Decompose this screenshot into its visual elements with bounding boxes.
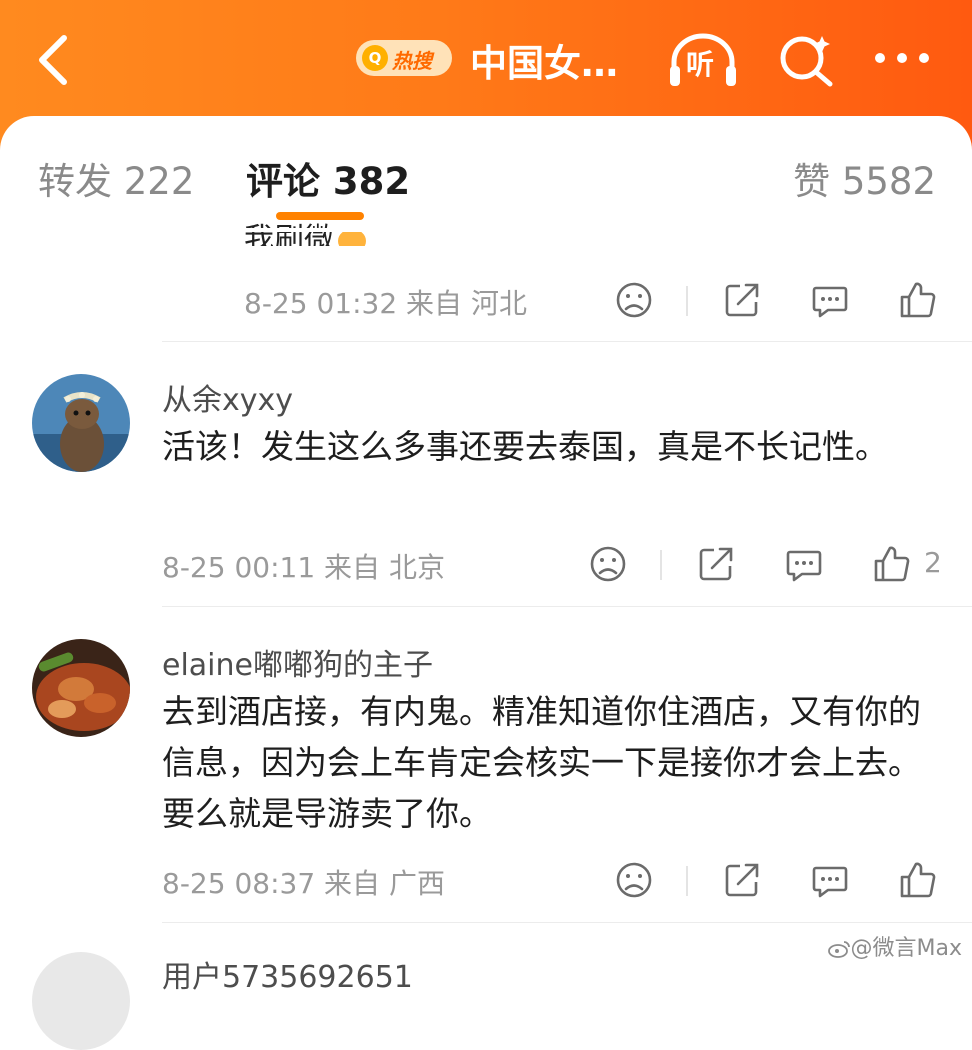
comment-divider bbox=[162, 922, 972, 923]
dislike-face-icon[interactable] bbox=[614, 860, 654, 900]
avatar[interactable] bbox=[32, 374, 130, 472]
comment-actions bbox=[614, 860, 944, 904]
chevron-left-icon bbox=[39, 35, 67, 85]
like-thumb-icon[interactable] bbox=[872, 544, 912, 584]
search-button[interactable] bbox=[776, 30, 836, 90]
comment-actions: 2 bbox=[588, 544, 944, 588]
comment-actions bbox=[614, 280, 944, 324]
action-separator bbox=[686, 866, 688, 896]
hot-search-badge[interactable]: Q 热搜 bbox=[356, 40, 452, 76]
weibo-logo-icon bbox=[827, 941, 850, 958]
comments-sheet: 转发 222 评论 382 赞 5582 bbox=[0, 116, 972, 967]
tab-bar: 转发 222 评论 382 赞 5582 bbox=[0, 116, 972, 226]
search-icon: Q bbox=[362, 45, 388, 71]
dislike-face-icon[interactable] bbox=[614, 280, 654, 320]
reply-icon[interactable] bbox=[810, 280, 850, 320]
page-title[interactable]: 中国女… bbox=[470, 33, 618, 87]
avatar[interactable] bbox=[32, 639, 130, 737]
avatar-cat-image bbox=[32, 374, 130, 472]
comment-divider bbox=[162, 341, 972, 342]
tab-comment[interactable]: 评论 382 bbox=[246, 151, 410, 205]
more-dots-icon bbox=[875, 53, 929, 63]
hot-search-label: 热搜 bbox=[392, 49, 432, 73]
comment-divider bbox=[162, 606, 972, 607]
like-thumb-icon[interactable] bbox=[898, 860, 938, 900]
comment-meta: 8-25 00:11 来自 北京 bbox=[162, 551, 445, 584]
scroll-mask bbox=[0, 228, 972, 232]
like-count: 2 bbox=[924, 546, 942, 579]
share-icon[interactable] bbox=[722, 860, 762, 900]
action-separator bbox=[686, 286, 688, 316]
comment-username[interactable]: 用户5735692651 bbox=[162, 952, 413, 996]
comment-username[interactable]: elaine嘟嘟狗的主子 bbox=[162, 640, 433, 684]
search-sparkle-icon bbox=[780, 36, 833, 87]
more-button[interactable] bbox=[870, 46, 934, 70]
listen-button[interactable]: 听 bbox=[666, 32, 740, 90]
back-button[interactable] bbox=[34, 32, 78, 88]
comment-meta: 8-25 01:32 来自 河北 bbox=[244, 287, 527, 320]
listen-label: 听 bbox=[686, 48, 715, 81]
reply-icon[interactable] bbox=[810, 860, 850, 900]
watermark: @微言Max bbox=[827, 930, 962, 962]
like-thumb-icon[interactable] bbox=[898, 280, 938, 320]
share-icon[interactable] bbox=[722, 280, 762, 320]
comment-content: 活该！发生这么多事还要去泰国，真是不长记性。 bbox=[162, 427, 888, 466]
comment-username[interactable]: 从余xyxy bbox=[162, 375, 293, 419]
tab-like[interactable]: 赞 5582 bbox=[793, 151, 936, 205]
comment-content: 去到酒店接，有内鬼。精准知道你住酒店，又有你的信息，因为会上车肯定会核实一下是接… bbox=[162, 692, 921, 833]
watermark-text: @微言Max bbox=[850, 936, 962, 961]
dislike-face-icon[interactable] bbox=[588, 544, 628, 584]
share-icon[interactable] bbox=[696, 544, 736, 584]
comment-meta: 8-25 08:37 来自 广西 bbox=[162, 867, 445, 900]
avatar-food-image bbox=[32, 639, 130, 737]
action-separator bbox=[660, 550, 662, 580]
reply-icon[interactable] bbox=[784, 544, 824, 584]
tab-repost[interactable]: 转发 222 bbox=[38, 151, 194, 205]
